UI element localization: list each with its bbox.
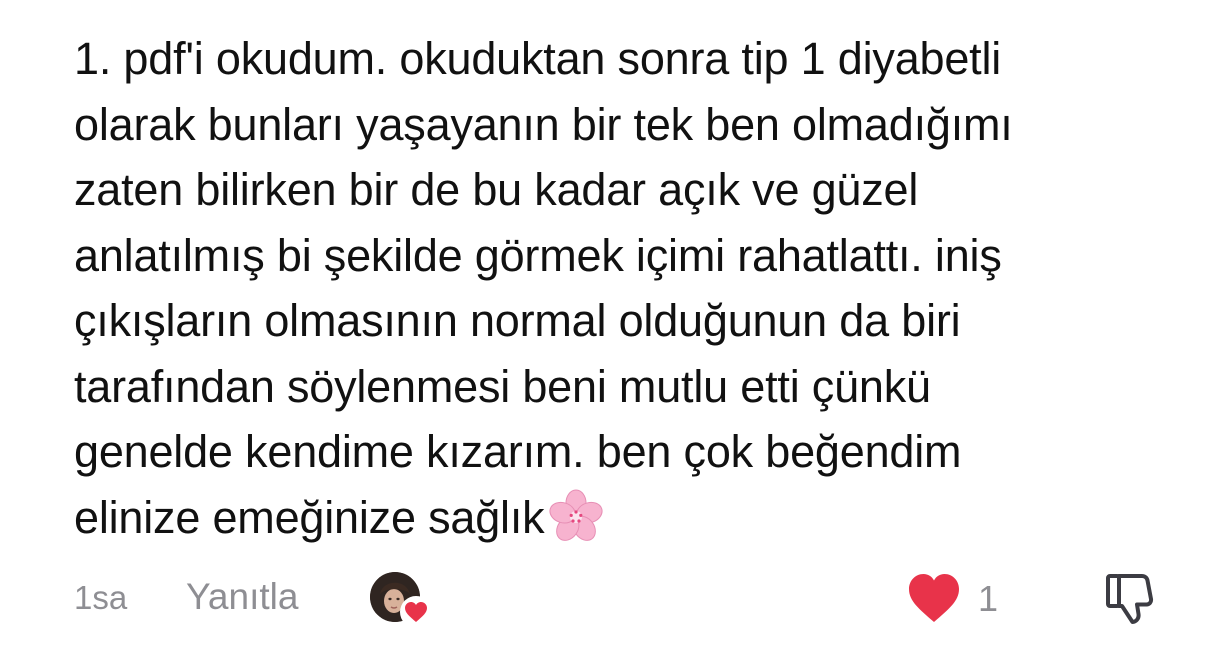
reply-button[interactable]: Yanıtla (186, 576, 298, 618)
comment-line-text: elinize emeğinize sağlık (74, 491, 545, 543)
comment-line: 1. pdf'i okudum. okuduktan sonra tip 1 d… (74, 33, 1002, 84)
comment-line: zaten bilirken bir de bu kadar açık ve g… (74, 164, 919, 215)
heart-icon (906, 574, 962, 628)
comment-line: anlatılmış bi şekilde görmek içimi rahat… (74, 229, 1002, 281)
comment-line: genelde kendime kızarım. ben çok beğendi… (74, 426, 962, 477)
cherry-blossom-icon (546, 487, 606, 547)
comment-line-last: elinize emeğinize sağlık (74, 485, 1184, 551)
like-button[interactable] (906, 572, 962, 624)
comment-line: tarafından söylenmesi beni mutlu etti çü… (74, 360, 931, 412)
comment-line: çıkışların olmasının normal olduğunun da… (74, 295, 961, 346)
comment-footer: 1sa Yanıtla 1 (74, 568, 1164, 628)
thumbs-down-icon (1102, 574, 1160, 632)
like-count: 1 (978, 578, 999, 619)
liked-by-author-avatar (370, 572, 432, 628)
dislike-button[interactable] (1102, 570, 1160, 628)
heart-icon (400, 596, 432, 628)
comment-line: olarak bunları yaşayanın bir tek ben olm… (74, 98, 1013, 150)
timestamp: 1sa (74, 579, 128, 616)
comment-body: 1. pdf'i okudum. okuduktan sonra tip 1 d… (74, 26, 1184, 550)
comment-text: 1. pdf'i okudum. okuduktan sonra tip 1 d… (74, 26, 1184, 550)
